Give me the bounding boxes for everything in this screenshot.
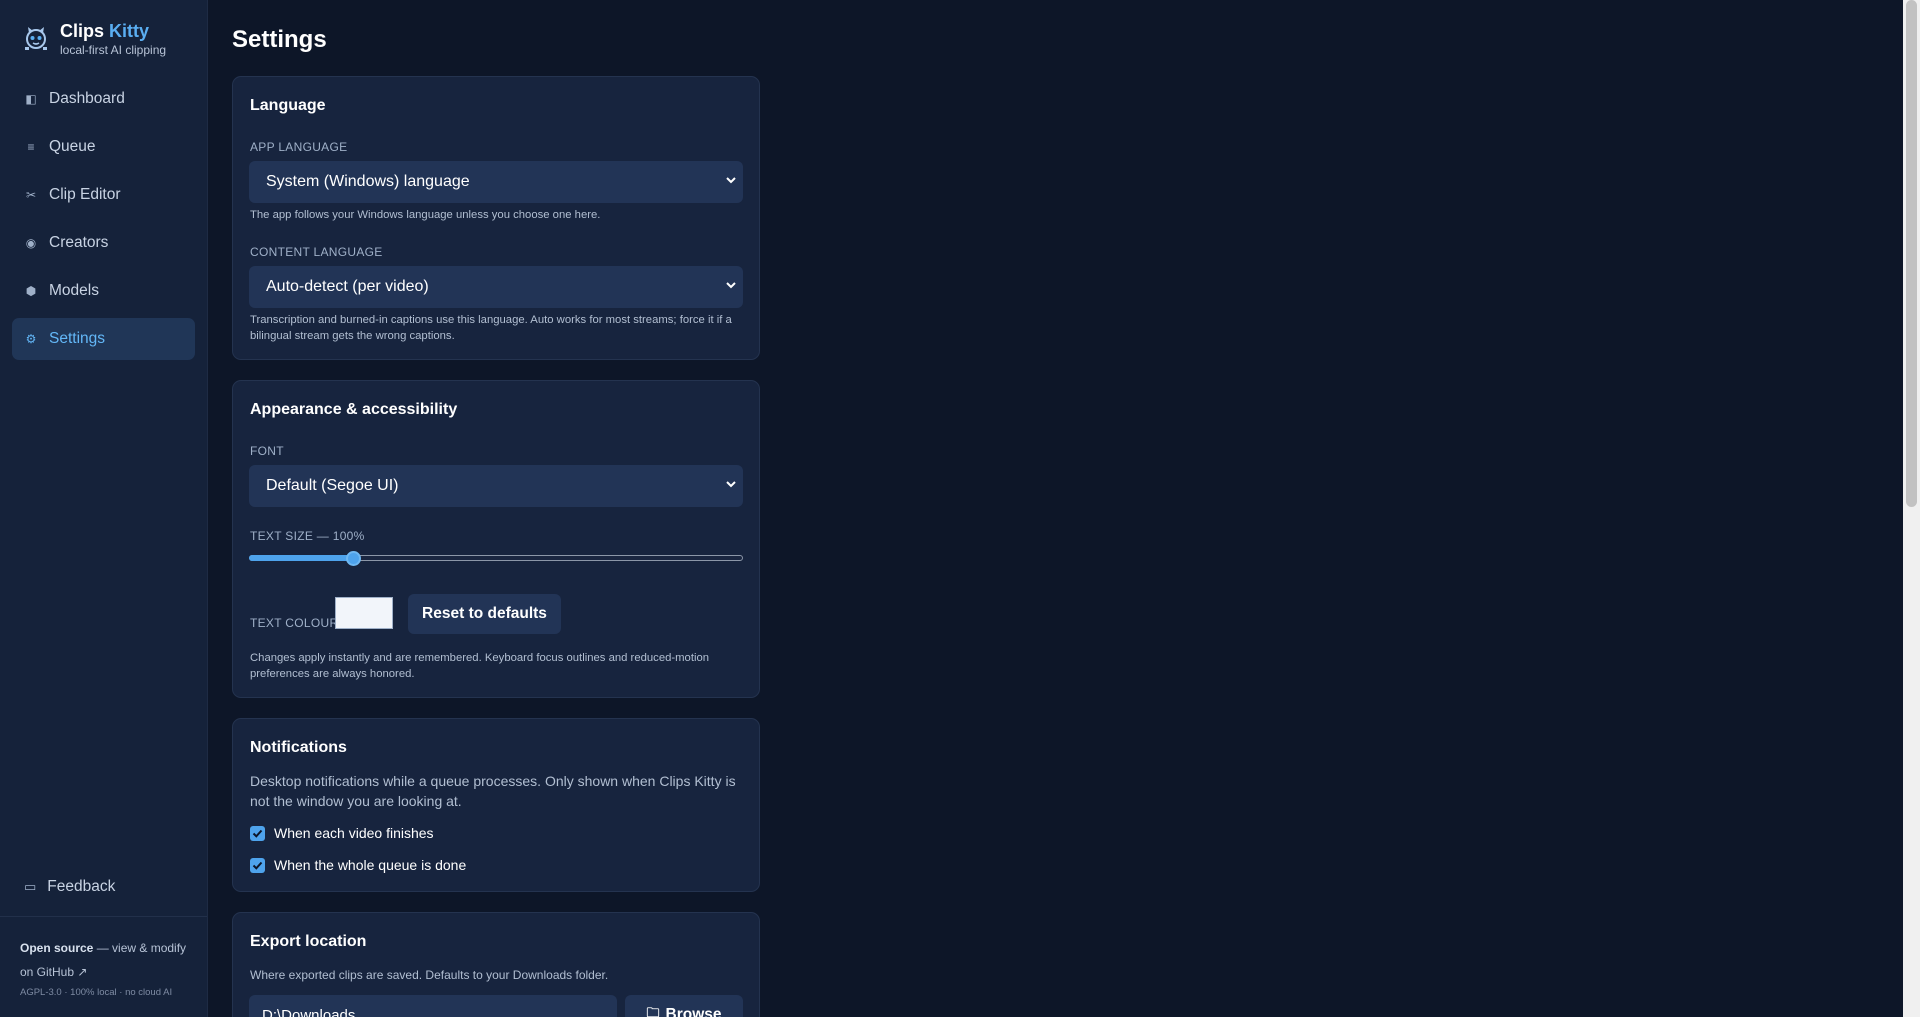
reset-defaults-button[interactable]: Reset to defaults xyxy=(408,594,561,634)
card-title: Appearance & accessibility xyxy=(250,401,458,418)
sidebar-item-label: Queue xyxy=(49,138,96,155)
app-name-part1: Clips xyxy=(60,21,105,41)
content-language-select[interactable]: Auto-detect (per video) xyxy=(249,266,743,308)
content-language-label: CONTENT LANGUAGE xyxy=(250,245,383,259)
app-name-part2: Kitty xyxy=(109,21,150,41)
slider-fill xyxy=(249,555,353,561)
language-card: Language APP LANGUAGE System (Windows) l… xyxy=(232,76,760,360)
github-link[interactable]: on GitHub ↗ xyxy=(20,965,87,979)
content-language-hint: Transcription and burned-in captions use… xyxy=(250,314,732,342)
app-language-hint: The app follows your Windows language un… xyxy=(250,209,601,221)
app-language-value: System (Windows) language xyxy=(266,173,470,190)
app-language-label: APP LANGUAGE xyxy=(250,140,348,154)
text-size-slider[interactable] xyxy=(249,551,743,566)
text-colour-picker[interactable] xyxy=(335,597,393,629)
notifications-card: Notifications Desktop notifications whil… xyxy=(232,718,760,892)
export-path-value: D:\Downloads xyxy=(262,1006,356,1017)
app-language-select[interactable]: System (Windows) language xyxy=(249,161,743,203)
font-label: FONT xyxy=(250,444,284,458)
app-name: Clips Kitty xyxy=(60,20,166,42)
notifications-description: Desktop notifications while a queue proc… xyxy=(250,773,736,809)
sidebar-footer: Open source — view & modify on GitHub ↗ xyxy=(20,936,195,984)
feedback-button[interactable]: ▭ Feedback xyxy=(24,878,115,896)
export-location-card: Export location Where exported clips are… xyxy=(232,912,760,1017)
cat-robot-logo-icon xyxy=(25,27,47,50)
sidebar-item-settings[interactable]: ⚙ Settings xyxy=(12,318,195,360)
sidebar-divider xyxy=(0,916,207,917)
sidebar-item-label: Creators xyxy=(49,234,109,251)
checkbox-label: When the whole queue is done xyxy=(274,857,467,873)
sidebar-item-dashboard[interactable]: ◧ Dashboard xyxy=(12,78,195,120)
scissors-icon: ✂ xyxy=(25,188,37,202)
browse-button[interactable]: 🗀 Browse xyxy=(625,995,743,1017)
appearance-card: Appearance & accessibility FONT Default … xyxy=(232,380,760,698)
sidebar-item-label: Clip Editor xyxy=(49,186,121,203)
chevron-down-icon xyxy=(726,481,736,488)
export-path-input[interactable]: D:\Downloads xyxy=(249,995,617,1017)
card-title: Language xyxy=(250,97,326,114)
list-icon: ≡ xyxy=(27,140,35,154)
browse-label: Browse xyxy=(665,1006,722,1017)
open-source-text: — view & modify xyxy=(93,941,187,955)
feedback-label: Feedback xyxy=(47,878,116,895)
appearance-hint: Changes apply instantly and are remember… xyxy=(250,652,710,680)
hexagon-icon: ⬢ xyxy=(25,284,37,298)
text-colour-label: TEXT COLOUR xyxy=(250,616,339,630)
font-value: Default (Segoe UI) xyxy=(266,477,399,494)
sidebar-item-creators[interactable]: ◉ Creators xyxy=(12,222,195,264)
slider-thumb[interactable] xyxy=(345,551,361,566)
checkbox-label: When each video finishes xyxy=(274,825,434,841)
sidebar-item-models[interactable]: ⬢ Models xyxy=(12,270,195,312)
notify-video-finishes[interactable]: When each video finishes xyxy=(250,825,434,841)
content-language-value: Auto-detect (per video) xyxy=(266,278,429,295)
checkmark-icon xyxy=(252,861,263,870)
open-source-label: Open source xyxy=(20,941,94,955)
export-description: Where exported clips are saved. Defaults… xyxy=(250,968,609,982)
card-title: Notifications xyxy=(250,739,347,756)
sidebar-nav: ◧ Dashboard ≡ Queue ✂ Clip Editor ◉ Crea… xyxy=(12,78,195,366)
app-tagline: local-first AI clipping xyxy=(60,43,167,57)
gear-icon: ⚙ xyxy=(25,332,37,346)
target-icon: ◉ xyxy=(25,236,37,250)
sidebar: Clips Kitty local-first AI clipping ◧ Da… xyxy=(0,0,208,1017)
sidebar-item-label: Models xyxy=(49,282,99,299)
text-size-label: TEXT SIZE — 100% xyxy=(250,529,365,543)
chevron-down-icon xyxy=(726,177,736,184)
sidebar-item-clip-editor[interactable]: ✂ Clip Editor xyxy=(12,174,195,216)
sidebar-item-label: Settings xyxy=(49,330,106,347)
notify-queue-done[interactable]: When the whole queue is done xyxy=(250,857,466,873)
checkmark-icon xyxy=(252,829,263,838)
card-title: Export location xyxy=(250,933,367,950)
folder-icon: 🗀 xyxy=(646,1005,660,1017)
sidebar-item-queue[interactable]: ≡ Queue xyxy=(12,126,195,168)
chevron-down-icon xyxy=(726,282,736,289)
chat-bubble-icon: ▭ xyxy=(24,879,37,894)
license-text: AGPL-3.0 · 100% local · no cloud AI xyxy=(20,987,173,998)
page-scrollbar[interactable] xyxy=(1903,0,1920,1017)
checkbox[interactable] xyxy=(250,857,265,873)
checkbox[interactable] xyxy=(250,825,265,841)
dashboard-icon: ◧ xyxy=(25,92,37,106)
brand[interactable]: Clips Kitty local-first AI clipping xyxy=(22,20,166,57)
sidebar-item-label: Dashboard xyxy=(49,90,125,107)
page-title: Settings xyxy=(232,26,327,53)
scrollbar-thumb[interactable] xyxy=(1906,0,1917,507)
font-select[interactable]: Default (Segoe UI) xyxy=(249,465,743,507)
